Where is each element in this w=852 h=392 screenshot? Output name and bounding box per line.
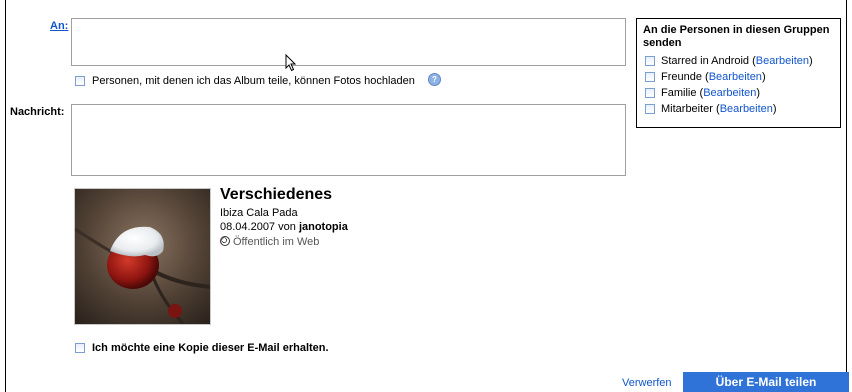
group-checkbox-mitarbeiter[interactable]	[645, 104, 655, 114]
edit-group-link[interactable]: Bearbeiten	[703, 87, 756, 99]
album-visibility: Öffentlich im Web	[220, 236, 319, 248]
album-title[interactable]: Verschiedenes	[220, 186, 332, 204]
upload-permission-label: Personen, mit denen ich das Album teile,…	[92, 75, 415, 87]
upload-permission-checkbox[interactable]	[75, 76, 85, 86]
group-checkbox-starred[interactable]	[645, 56, 655, 66]
group-item-familie: Familie (Bearbeiten)	[643, 85, 834, 101]
right-border	[846, 0, 847, 392]
group-checkbox-familie[interactable]	[645, 88, 655, 98]
rosehip-photo	[75, 189, 210, 324]
to-link[interactable]: An:	[50, 20, 68, 32]
recipients-input[interactable]	[71, 18, 626, 66]
copy-email-checkbox[interactable]	[75, 343, 85, 353]
visibility-label: Öffentlich im Web	[233, 236, 320, 248]
album-subtitle: Ibiza Cala Pada	[220, 207, 298, 219]
group-checkbox-freunde[interactable]	[645, 72, 655, 82]
album-thumbnail[interactable]	[74, 188, 211, 325]
help-icon[interactable]: ?	[428, 73, 441, 86]
groups-title: An die Personen in diesen Gruppen senden	[643, 24, 830, 49]
group-name: Familie	[661, 87, 697, 99]
group-item-starred: Starred in Android (Bearbeiten)	[643, 53, 834, 69]
message-label: Nachricht:	[10, 106, 65, 118]
message-textarea[interactable]	[71, 104, 626, 176]
album-by: von	[278, 221, 296, 233]
group-name: Starred in Android	[661, 55, 750, 67]
edit-group-link[interactable]: Bearbeiten	[756, 55, 809, 67]
share-via-email-button[interactable]: Über E-Mail teilen	[683, 372, 849, 392]
album-date: 08.04.2007	[220, 221, 276, 233]
album-meta: 08.04.2007 von janotopia	[220, 221, 348, 233]
left-border	[5, 0, 6, 392]
groups-panel: An die Personen in diesen Gruppen senden…	[636, 18, 841, 128]
copy-email-label: Ich möchte eine Kopie dieser E-Mail erha…	[92, 342, 329, 354]
group-name: Freunde	[661, 71, 702, 83]
mouse-pointer-icon	[285, 54, 297, 72]
edit-group-link[interactable]: Bearbeiten	[709, 71, 762, 83]
group-name: Mitarbeiter	[661, 103, 713, 115]
globe-icon	[220, 236, 230, 246]
group-item-mitarbeiter: Mitarbeiter (Bearbeiten)	[643, 101, 834, 117]
edit-group-link[interactable]: Bearbeiten	[720, 103, 773, 115]
group-item-freunde: Freunde (Bearbeiten)	[643, 69, 834, 85]
album-author[interactable]: janotopia	[299, 221, 348, 233]
discard-link[interactable]: Verwerfen	[622, 377, 672, 389]
